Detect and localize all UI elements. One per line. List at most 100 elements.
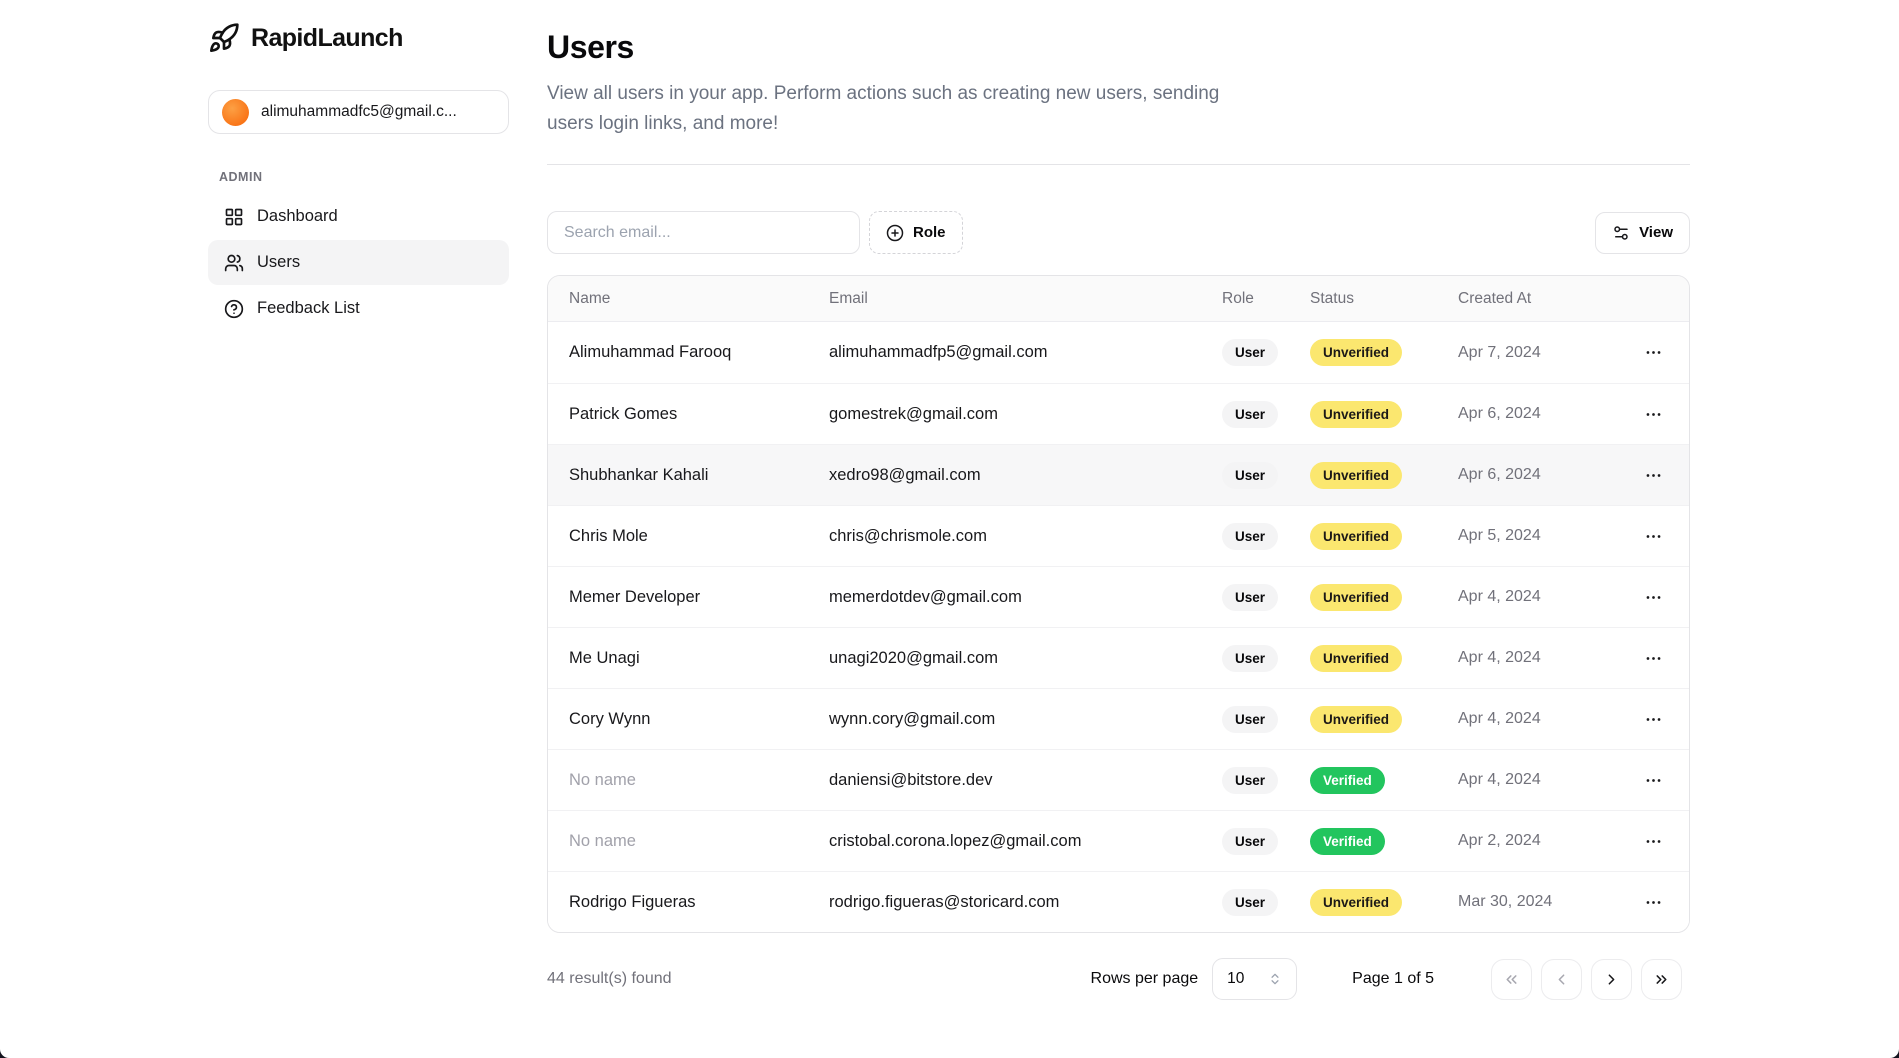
row-actions-button[interactable] bbox=[1638, 826, 1669, 857]
cell-name: No name bbox=[548, 832, 829, 851]
account-button[interactable]: alimuhammadfc5@gmail.c... bbox=[208, 90, 509, 134]
main-content: Users View all users in your app. Perfor… bbox=[547, 0, 1690, 1000]
cell-created-at: Apr 6, 2024 bbox=[1458, 466, 1618, 484]
page-description: View all users in your app. Perform acti… bbox=[547, 79, 1247, 139]
cell-email: alimuhammadfp5@gmail.com bbox=[829, 343, 1222, 362]
row-actions-button[interactable] bbox=[1638, 399, 1669, 430]
app-title: RapidLaunch bbox=[251, 24, 403, 53]
table-row[interactable]: Alimuhammad Farooq alimuhammadfp5@gmail.… bbox=[548, 322, 1689, 383]
role-badge: User bbox=[1222, 767, 1278, 794]
cell-name: Memer Developer bbox=[548, 588, 829, 607]
sidebar-nav: Dashboard Users Feedback List bbox=[208, 194, 509, 331]
search-input[interactable] bbox=[547, 211, 860, 254]
chevron-left-icon bbox=[1553, 971, 1570, 988]
cell-created-at: Apr 4, 2024 bbox=[1458, 649, 1618, 667]
sidebar-item-dashboard[interactable]: Dashboard bbox=[208, 194, 509, 239]
page-indicator: Page 1 of 5 bbox=[1352, 970, 1434, 988]
column-header-email: Email bbox=[829, 290, 1222, 308]
cell-email: xedro98@gmail.com bbox=[829, 466, 1222, 485]
next-page-button[interactable] bbox=[1591, 959, 1632, 1000]
row-actions-button[interactable] bbox=[1638, 643, 1669, 674]
row-actions-button[interactable] bbox=[1638, 337, 1669, 368]
row-actions-button[interactable] bbox=[1638, 887, 1669, 918]
cell-name: Rodrigo Figueras bbox=[548, 893, 829, 912]
table-row[interactable]: No name daniensi@bitstore.dev User Verif… bbox=[548, 749, 1689, 810]
status-badge: Unverified bbox=[1310, 462, 1402, 489]
cell-created-at: Apr 2, 2024 bbox=[1458, 832, 1618, 850]
role-filter-button[interactable]: Role bbox=[869, 211, 963, 254]
ellipsis-icon bbox=[1644, 527, 1663, 546]
app-window: RapidLaunch alimuhammadfc5@gmail.c... AD… bbox=[0, 0, 1899, 1058]
layout-dashboard-icon bbox=[224, 207, 244, 227]
page-title: Users bbox=[547, 29, 1690, 66]
ellipsis-icon bbox=[1644, 893, 1663, 912]
chevron-right-icon bbox=[1603, 971, 1620, 988]
sidebar-item-users[interactable]: Users bbox=[208, 240, 509, 285]
help-circle-icon bbox=[224, 299, 244, 319]
status-badge: Unverified bbox=[1310, 889, 1402, 916]
role-badge: User bbox=[1222, 584, 1278, 611]
table-body: Alimuhammad Farooq alimuhammadfp5@gmail.… bbox=[548, 322, 1689, 932]
ellipsis-icon bbox=[1644, 343, 1663, 362]
status-badge: Unverified bbox=[1310, 401, 1402, 428]
table-row[interactable]: Memer Developer memerdotdev@gmail.com Us… bbox=[548, 566, 1689, 627]
sidebar-item-feedback-list[interactable]: Feedback List bbox=[208, 286, 509, 331]
results-count: 44 result(s) found bbox=[547, 970, 672, 988]
cell-created-at: Mar 30, 2024 bbox=[1458, 893, 1618, 911]
view-options-button[interactable]: View bbox=[1595, 212, 1690, 254]
status-badge: Verified bbox=[1310, 767, 1385, 794]
chevrons-up-down-icon bbox=[1268, 972, 1282, 986]
view-button-label: View bbox=[1639, 224, 1673, 241]
rocket-icon bbox=[208, 22, 240, 54]
last-page-button[interactable] bbox=[1641, 959, 1682, 1000]
divider bbox=[547, 164, 1690, 165]
table-row[interactable]: Cory Wynn wynn.cory@gmail.com User Unver… bbox=[548, 688, 1689, 749]
table-row[interactable]: No name cristobal.corona.lopez@gmail.com… bbox=[548, 810, 1689, 871]
sidebar-section-label: ADMIN bbox=[219, 170, 262, 184]
row-actions-button[interactable] bbox=[1638, 460, 1669, 491]
ellipsis-icon bbox=[1644, 405, 1663, 424]
rows-per-page-value: 10 bbox=[1227, 970, 1244, 988]
table-footer: 44 result(s) found Rows per page 10 Page… bbox=[547, 958, 1690, 1000]
table-row[interactable]: Patrick Gomes gomestrek@gmail.com User U… bbox=[548, 383, 1689, 444]
cell-created-at: Apr 6, 2024 bbox=[1458, 405, 1618, 423]
cell-name: Chris Mole bbox=[548, 527, 829, 546]
pagination bbox=[1491, 959, 1682, 1000]
row-actions-button[interactable] bbox=[1638, 704, 1669, 735]
table-header: Name Email Role Status Created At bbox=[548, 276, 1689, 322]
role-badge: User bbox=[1222, 523, 1278, 550]
table-row[interactable]: Chris Mole chris@chrismole.com User Unve… bbox=[548, 505, 1689, 566]
role-badge: User bbox=[1222, 889, 1278, 916]
table-row[interactable]: Me Unagi unagi2020@gmail.com User Unveri… bbox=[548, 627, 1689, 688]
row-actions-button[interactable] bbox=[1638, 765, 1669, 796]
cell-name: Alimuhammad Farooq bbox=[548, 343, 829, 362]
row-actions-button[interactable] bbox=[1638, 582, 1669, 613]
status-badge: Unverified bbox=[1310, 339, 1402, 366]
cell-created-at: Apr 4, 2024 bbox=[1458, 710, 1618, 728]
table-row[interactable]: Shubhankar Kahali xedro98@gmail.com User… bbox=[548, 444, 1689, 505]
cell-name: No name bbox=[548, 771, 829, 790]
cell-email: gomestrek@gmail.com bbox=[829, 405, 1222, 424]
first-page-button[interactable] bbox=[1491, 959, 1532, 1000]
column-header-role: Role bbox=[1222, 290, 1310, 308]
status-badge: Verified bbox=[1310, 828, 1385, 855]
row-actions-button[interactable] bbox=[1638, 521, 1669, 552]
cell-created-at: Apr 4, 2024 bbox=[1458, 771, 1618, 789]
ellipsis-icon bbox=[1644, 771, 1663, 790]
cell-email: rodrigo.figueras@storicard.com bbox=[829, 893, 1222, 912]
role-badge: User bbox=[1222, 401, 1278, 428]
cell-name: Me Unagi bbox=[548, 649, 829, 668]
cell-created-at: Apr 4, 2024 bbox=[1458, 588, 1618, 606]
column-header-name: Name bbox=[548, 290, 829, 308]
status-badge: Unverified bbox=[1310, 706, 1402, 733]
rows-per-page-select[interactable]: 10 bbox=[1212, 958, 1297, 1000]
role-badge: User bbox=[1222, 645, 1278, 672]
previous-page-button[interactable] bbox=[1541, 959, 1582, 1000]
table-row[interactable]: Rodrigo Figueras rodrigo.figueras@storic… bbox=[548, 871, 1689, 932]
ellipsis-icon bbox=[1644, 466, 1663, 485]
rows-per-page-label: Rows per page bbox=[1091, 970, 1199, 988]
cell-name: Cory Wynn bbox=[548, 710, 829, 729]
role-button-label: Role bbox=[913, 224, 946, 241]
ellipsis-icon bbox=[1644, 649, 1663, 668]
role-badge: User bbox=[1222, 462, 1278, 489]
